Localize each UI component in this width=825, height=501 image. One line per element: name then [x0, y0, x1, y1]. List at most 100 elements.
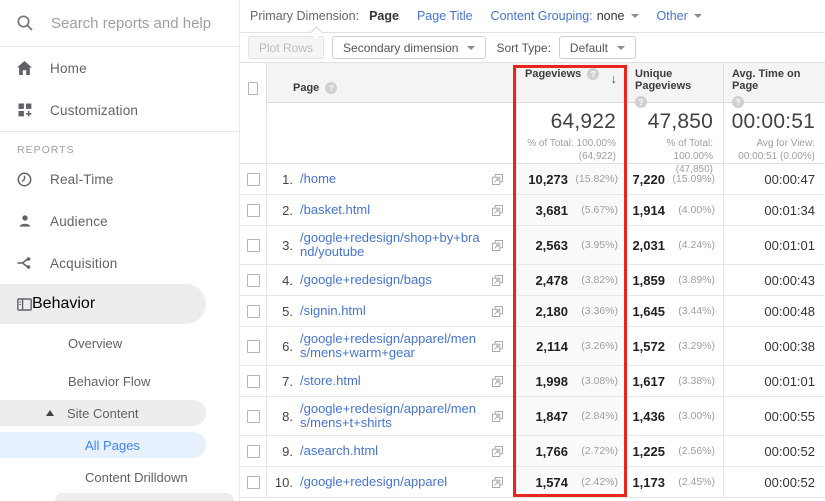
unique-pageviews-value: 1,572 [632, 338, 665, 354]
row-checkbox[interactable] [246, 409, 260, 423]
sidebar-item-label: Home [50, 60, 87, 76]
dimension-page-title-link[interactable]: Page Title [417, 9, 473, 23]
row-checkbox[interactable] [246, 475, 260, 489]
page-cell: 8. /google+redesign/apparel/mens/mens+t+… [266, 397, 516, 435]
page-cell: 1. /home [266, 164, 516, 194]
row-checkbox[interactable] [246, 238, 260, 252]
unique-pageviews-value: 1,645 [632, 303, 665, 319]
sidebar-item-home[interactable]: Home [0, 47, 239, 89]
secondary-dimension-button[interactable]: Secondary dimension [332, 36, 487, 59]
content-grouping-label: Content Grouping: [490, 9, 593, 23]
page-link[interactable]: /google+redesign/apparel [300, 475, 486, 489]
row-checkbox[interactable] [246, 304, 260, 318]
column-header-unique-pageviews[interactable]: Unique Pageviews ? [626, 63, 723, 112]
row-index: 1. [282, 171, 293, 187]
page-link[interactable]: /google+redesign/shop+by+brand/youtube [300, 231, 486, 259]
table-summary-row: 64,922 % of Total: 100.00% (64,922) 47,8… [240, 103, 825, 176]
sidebar-next-item-partial [55, 493, 234, 501]
page-link[interactable]: /signin.html [300, 304, 486, 318]
avg-time-view-label: Avg for View: [756, 138, 815, 149]
open-page-icon[interactable] [492, 305, 503, 317]
unique-pageviews-pct: (3.44%) [678, 305, 715, 317]
avg-time-cell: 00:00:55 [723, 397, 825, 435]
sort-type-button[interactable]: Default [558, 36, 636, 59]
pageviews-pct: (2.84%) [581, 410, 618, 422]
plot-rows-button[interactable]: Plot Rows [248, 36, 325, 59]
pageviews-pct: (2.72%) [581, 445, 618, 457]
help-icon[interactable]: ? [732, 96, 744, 108]
page-link[interactable]: /google+redesign/bags [300, 273, 486, 287]
unique-pageviews-value: 1,914 [632, 202, 665, 218]
select-all-checkbox[interactable] [248, 81, 258, 95]
page-link[interactable]: /asearch.html [300, 444, 486, 458]
row-checkbox[interactable] [246, 203, 260, 217]
pageviews-value: 1,766 [535, 443, 568, 459]
avg-time-value: 00:00:48 [764, 303, 815, 319]
search-input[interactable] [51, 14, 231, 32]
help-icon[interactable]: ? [325, 82, 338, 94]
avg-time-value: 00:00:52 [764, 474, 815, 490]
avg-time-value: 00:00:43 [764, 272, 815, 288]
unique-pageviews-pct: (15.09%) [672, 173, 715, 185]
column-label: Unique Pageviews [635, 68, 692, 92]
page-link[interactable]: /store.html [300, 374, 486, 388]
open-page-icon[interactable] [492, 340, 503, 352]
page-link[interactable]: /home [300, 172, 486, 186]
sidebar-item-overview[interactable]: Overview [0, 324, 239, 362]
unique-total: 47,850 [647, 110, 713, 133]
pageviews-value: 10,273 [528, 171, 568, 187]
column-header-page[interactable]: Page ? [266, 63, 516, 112]
open-page-icon[interactable] [492, 204, 503, 216]
page-link[interactable]: /basket.html [300, 203, 486, 217]
help-icon[interactable]: ? [587, 68, 600, 80]
customization-icon [17, 103, 32, 117]
sidebar-item-audience[interactable]: Audience [0, 200, 239, 242]
sidebar-item-label: Audience [50, 213, 108, 229]
open-page-icon[interactable] [492, 445, 503, 457]
column-header-avg-time[interactable]: Avg. Time on Page ? [723, 63, 825, 112]
avg-time-cell: 00:01:01 [723, 366, 825, 396]
other-dimension-dropdown[interactable]: Other [657, 9, 702, 23]
avg-time-value: 00:00:52 [764, 443, 815, 459]
table-row: 6. /google+redesign/apparel/mens/mens+wa… [240, 327, 825, 366]
help-icon[interactable]: ? [635, 96, 647, 108]
sidebar-item-customization[interactable]: Customization [0, 89, 239, 131]
open-page-icon[interactable] [492, 476, 503, 488]
pageviews-pct: (3.26%) [581, 340, 618, 352]
row-checkbox[interactable] [246, 172, 260, 186]
row-checkbox[interactable] [246, 273, 260, 287]
sort-type-label: Sort Type: [496, 40, 551, 55]
unique-pageviews-cell: 1,436 (3.00%) [626, 397, 723, 435]
open-page-icon[interactable] [492, 375, 503, 387]
avg-time-cell: 00:00:52 [723, 436, 825, 466]
pageviews-total-abs: (64,922) [578, 151, 616, 162]
pageviews-cell: 2,563 (3.95%) [516, 226, 626, 264]
column-header-pageviews[interactable]: Pageviews ? ↓ [516, 63, 626, 112]
row-checkbox-cell [240, 327, 266, 365]
open-page-icon[interactable] [492, 410, 503, 422]
open-page-icon[interactable] [492, 274, 503, 286]
sidebar-item-acquisition[interactable]: Acquisition [0, 242, 239, 284]
search-bar[interactable] [0, 0, 239, 47]
chevron-down-icon [616, 45, 625, 50]
sidebar-item-label: Content Drilldown [85, 469, 188, 485]
sidebar-item-all-pages[interactable]: All Pages [0, 432, 206, 458]
page-link[interactable]: /google+redesign/apparel/mens/mens+t+shi… [300, 402, 486, 430]
sidebar-item-site-content[interactable]: Site Content [0, 400, 206, 426]
sidebar-item-real-time[interactable]: Real-Time [0, 158, 239, 200]
row-checkbox[interactable] [246, 444, 260, 458]
sort-descending-icon[interactable]: ↓ [611, 71, 618, 86]
sidebar-item-content-drilldown[interactable]: Content Drilldown [0, 458, 239, 496]
open-page-icon[interactable] [492, 239, 503, 251]
unique-pageviews-pct: (4.00%) [678, 204, 715, 216]
sidebar-item-behavior-flow[interactable]: Behavior Flow [0, 362, 239, 400]
row-checkbox[interactable] [246, 374, 260, 388]
row-index: 4. [282, 272, 293, 288]
content-grouping-dropdown[interactable]: Content Grouping: none [491, 9, 639, 23]
pageviews-pct: (3.08%) [581, 375, 618, 387]
open-page-icon[interactable] [492, 173, 503, 185]
sidebar-item-behavior[interactable]: Behavior [0, 284, 206, 324]
page-link[interactable]: /google+redesign/apparel/mens/mens+warm+… [300, 332, 486, 360]
row-checkbox[interactable] [246, 339, 260, 353]
dimension-page-selected[interactable]: Page [369, 9, 399, 23]
